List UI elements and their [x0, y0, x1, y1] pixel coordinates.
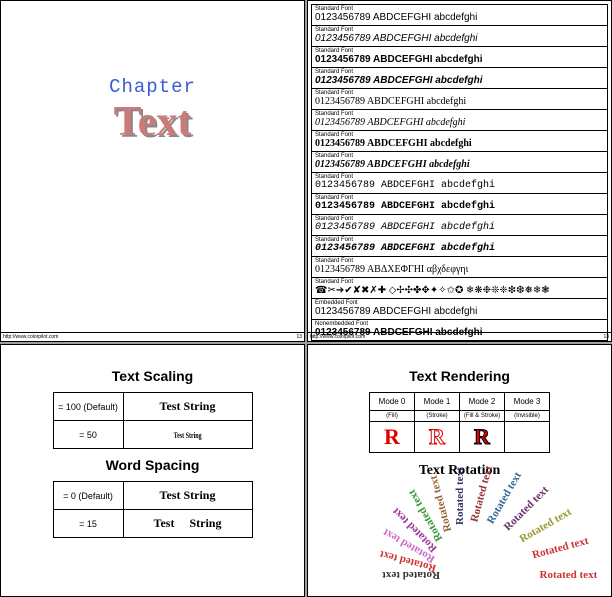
font-sample-text: 0123456789 ABDCEFGHI abcdefghi	[315, 75, 604, 87]
footer-pagenum: 13	[296, 334, 302, 340]
rendering-mode-sub: (Stroke)	[415, 411, 460, 422]
font-sample-row: Standard Font0123456789 ABDCEFGHI abcdef…	[311, 131, 608, 152]
font-samples-list: Standard Font0123456789 ABDCEFGHI abcdef…	[308, 1, 611, 342]
font-sample-row: Standard Font0123456789 ABDCEFGHI abcdef…	[311, 47, 608, 68]
font-sample-row: Standard Font0123456789 ABDCEFGHI abcdef…	[311, 236, 608, 257]
font-sample-row: Standard Font0123456789 ABDCEFGHI abcdef…	[311, 26, 608, 47]
font-sample-row: Standard Font0123456789 ABDCEFGHI abcdef…	[311, 173, 608, 194]
font-sample-text: 0123456789 ABDCEFGHI abcdefghi	[315, 180, 604, 192]
font-sample-text: 0123456789 ABDCEFGHI abcdefghi	[315, 117, 604, 129]
scaling-row-value: Test String	[160, 399, 216, 413]
footer: http://www.colorpilot.com 13	[1, 332, 304, 341]
chapter-title: Text	[1, 98, 304, 146]
wordspacing-row-label: = 15	[53, 510, 123, 538]
footer-url: http://www.colorpilot.com	[3, 334, 58, 340]
page-fontlist: Standard Font0123456789 ABDCEFGHI abcdef…	[307, 0, 612, 342]
footer-pagenum: 13	[603, 334, 609, 340]
chapter-label: Chapter	[1, 76, 304, 98]
font-sample-text: 0123456789 ΑΒΔΧΕΦΓΗΙ αβχδεφγηι	[315, 264, 604, 276]
font-sample-text: 0123456789 ABDCEFGHI abcdefghi	[315, 222, 604, 234]
wordspacing-row-label: = 0 (Default)	[53, 482, 123, 510]
font-sample-row: Standard Font0123456789 ABDCEFGHI abcdef…	[311, 152, 608, 173]
font-sample-text: 0123456789 ABDCEFGHI abcdefghi	[315, 306, 604, 318]
rotated-text: Rotated text	[540, 569, 598, 581]
rotation-fan: Rotated textRotated textRotated textRota…	[328, 469, 591, 589]
page-scaling: Text Scaling = 100 (Default) Test String …	[0, 344, 305, 597]
font-sample-text: 0123456789 ABDCEFGHI abcdefghi	[315, 201, 604, 213]
rendering-mode-sub: (Fill)	[370, 411, 415, 422]
rendering-table: Mode 0 Mode 1 Mode 2 Mode 3 (Fill) (Stro…	[369, 392, 550, 453]
wordspacing-table: = 0 (Default) Test String = 15 Test String	[53, 481, 253, 538]
rotated-text: Rotated text	[530, 535, 589, 562]
footer: http://www.colorpilot.com 13	[308, 332, 611, 341]
font-sample-row: Embedded Font0123456789 ABDCEFGHI abcdef…	[311, 299, 608, 320]
font-sample-text: 0123456789 ABDCEFGHI abcdefghi	[315, 159, 604, 171]
rendering-mode-header: Mode 1	[415, 393, 460, 411]
scaling-row-label: = 100 (Default)	[53, 393, 123, 421]
font-sample-text: 0123456789 ABDCEFGHI abcdefghi	[315, 33, 604, 45]
wordspacing-row-value: Test String	[154, 516, 222, 530]
font-sample-text: 0123456789 ABDCEFGHI abcdefghi	[315, 54, 604, 66]
rendering-sample-stroke: R	[429, 424, 445, 449]
page-chapter: Chapter Text http://www.colorpilot.com 13	[0, 0, 305, 342]
font-sample-text: ☎✂➔✔✘✖✗✚ ◇✢✣✤✥✦✧✩✪ ❄❋❉❊❈❇❆❅❄❃	[315, 285, 604, 297]
wordspacing-title: Word Spacing	[41, 457, 264, 473]
rendering-sample-fillstroke: R	[474, 424, 490, 449]
scaling-title: Text Scaling	[41, 368, 264, 384]
font-sample-text: 0123456789 ABDCEFGHI abcdefghi	[315, 243, 604, 255]
font-sample-text: 0123456789 ABDCEFGHI abcdefghi	[315, 12, 604, 24]
font-sample-row: Standard Font☎✂➔✔✘✖✗✚ ◇✢✣✤✥✦✧✩✪ ❄❋❉❊❈❇❆❅…	[311, 278, 608, 299]
rendering-mode-sub: (Fill & Stroke)	[460, 411, 505, 422]
rendering-mode-header: Mode 2	[460, 393, 505, 411]
rendering-mode-header: Mode 3	[505, 393, 550, 411]
rendering-title: Text Rendering	[328, 368, 591, 384]
scaling-row-value: Test String	[174, 431, 202, 440]
rendering-mode-sub: (Invisible)	[505, 411, 550, 422]
scaling-row-label: = 50	[53, 421, 123, 449]
font-sample-row: Standard Font0123456789 ABDCEFGHI abcdef…	[311, 194, 608, 215]
font-sample-row: Standard Font0123456789 ABDCEFGHI abcdef…	[311, 215, 608, 236]
rendering-mode-header: Mode 0	[370, 393, 415, 411]
font-sample-row: Standard Font0123456789 ABDCEFGHI abcdef…	[311, 89, 608, 110]
footer-url: http://www.colorpilot.com	[310, 334, 365, 340]
font-sample-row: Standard Font0123456789 ABDCEFGHI abcdef…	[311, 4, 608, 26]
font-sample-row: Standard Font0123456789 ΑΒΔΧΕΦΓΗΙ αβχδεφ…	[311, 257, 608, 278]
font-sample-text: 0123456789 ABDCEFGHI abcdefghi	[315, 96, 604, 108]
rendering-sample-fill: R	[384, 424, 400, 449]
font-sample-row: Standard Font0123456789 ABDCEFGHI abcdef…	[311, 68, 608, 89]
wordspacing-row-value: Test String	[160, 488, 216, 502]
scaling-table: = 100 (Default) Test String = 50 Test Stri…	[53, 392, 253, 449]
page-rendering: Text Rendering Mode 0 Mode 1 Mode 2 Mode…	[307, 344, 612, 597]
rendering-sample-invisible: R	[519, 424, 535, 449]
font-sample-text: 0123456789 ABDCEFGHI abcdefghi	[315, 138, 604, 150]
rotated-text: Rotated text	[454, 467, 466, 525]
font-sample-row: Standard Font0123456789 ABDCEFGHI abcdef…	[311, 110, 608, 131]
